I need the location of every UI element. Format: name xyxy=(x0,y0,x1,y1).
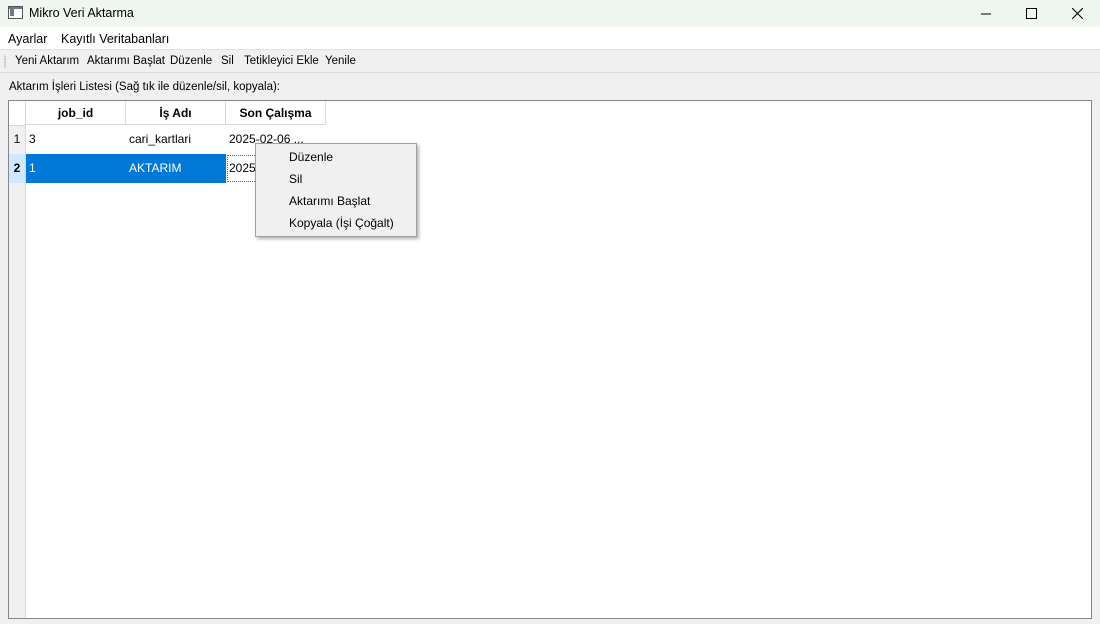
maximize-button[interactable] xyxy=(1008,0,1054,27)
app-window-icon xyxy=(8,6,23,19)
row-header[interactable]: 1 xyxy=(9,125,25,154)
title-bar: Mikro Veri Aktarma xyxy=(0,0,1100,27)
delete-button[interactable]: Sil xyxy=(221,55,234,67)
table-cell-job-name[interactable]: AKTARIM xyxy=(126,154,226,183)
context-menu-start-transfer[interactable]: Aktarımı Başlat xyxy=(289,194,370,208)
add-trigger-button[interactable]: Tetikleyici Ekle xyxy=(244,55,319,67)
close-icon xyxy=(1071,8,1083,19)
column-header-last-run[interactable]: Son Çalışma xyxy=(226,101,326,125)
menu-kayitli-veritabanlari[interactable]: Kayıtlı Veritabanları xyxy=(61,32,169,46)
toolbar: Yeni Aktarım Aktarımı Başlat Düzenle Sil… xyxy=(0,49,1100,73)
maximize-icon xyxy=(1025,8,1037,19)
new-transfer-button[interactable]: Yeni Aktarım xyxy=(15,55,79,67)
refresh-button[interactable]: Yenile xyxy=(325,55,356,67)
start-transfer-button[interactable]: Aktarımı Başlat xyxy=(87,55,165,67)
close-button[interactable] xyxy=(1054,0,1100,27)
context-menu-edit[interactable]: Düzenle xyxy=(289,150,333,164)
table-corner-button[interactable] xyxy=(9,101,25,126)
table-cell-job-id[interactable]: 1 xyxy=(26,154,126,183)
column-header-job-id[interactable]: job_id xyxy=(26,101,126,125)
minimize-button[interactable] xyxy=(963,0,1009,27)
menu-bar: Ayarlar Kayıtlı Veritabanları xyxy=(0,27,1100,49)
table-cell-job-id[interactable]: 3 xyxy=(26,125,126,154)
edit-button[interactable]: Düzenle xyxy=(170,55,212,67)
context-menu-delete[interactable]: Sil xyxy=(289,172,302,186)
job-table[interactable]: job_id İş Adı Son Çalışma 1 3 cari_kartl… xyxy=(8,100,1092,619)
toolbar-grip-handle[interactable] xyxy=(4,55,6,68)
row-header-selected[interactable]: 2 xyxy=(9,154,25,183)
minimize-icon xyxy=(981,13,991,14)
context-menu: Düzenle Sil Aktarımı Başlat Kopyala (İşi… xyxy=(255,143,417,237)
job-list-label: Aktarım İşleri Listesi (Sağ tık ile düze… xyxy=(9,81,280,93)
table-cell-job-name[interactable]: cari_kartlari xyxy=(126,125,226,154)
column-header-job-name[interactable]: İş Adı xyxy=(126,101,226,125)
context-menu-copy-job[interactable]: Kopyala (İşi Çoğalt) xyxy=(289,216,394,230)
window-title: Mikro Veri Aktarma xyxy=(29,6,134,20)
menu-ayarlar[interactable]: Ayarlar xyxy=(8,32,47,46)
